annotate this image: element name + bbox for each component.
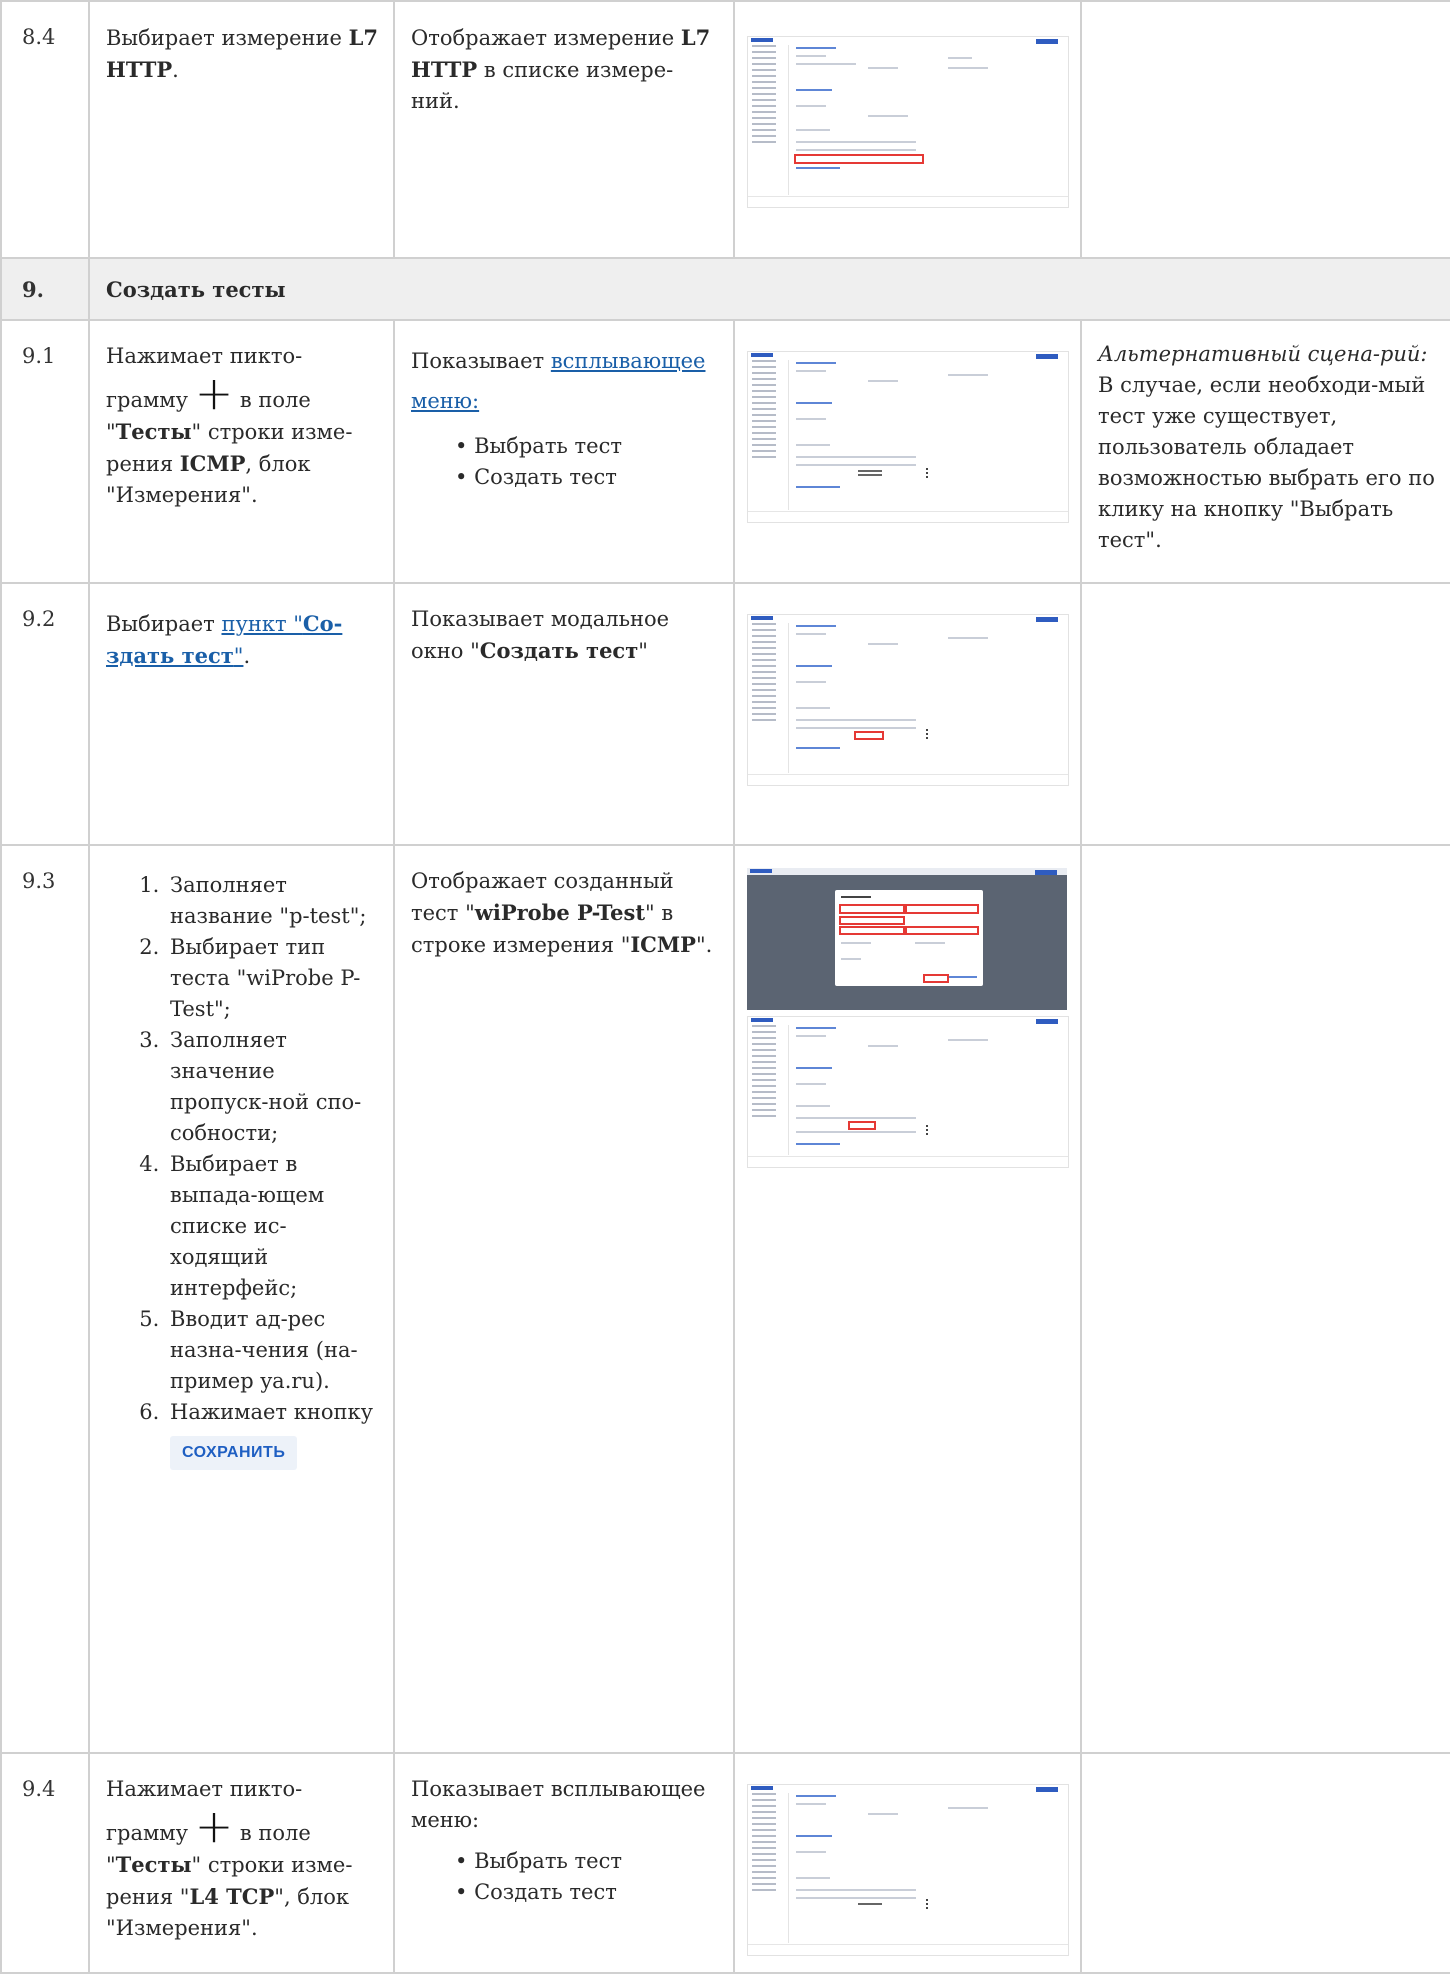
screenshot-cell (733, 1752, 1082, 1974)
notes-cell: Альтернативный сцена-рий: В случае, если… (1080, 319, 1450, 584)
alternative-scenario-text: В случае, если необходи-мый тест уже сущ… (1098, 373, 1435, 552)
list-item: Создать тест (455, 1877, 719, 1908)
result-cell: Отображает созданный тест "wiProbe P-Tes… (393, 844, 735, 1754)
table-row: 9.2 Выбирает пункт "Со-здать тест". Пока… (0, 582, 1450, 846)
action-cell: Нажимает пикто- грамму + в поле "Тесты" … (88, 319, 395, 584)
steps-table: 8.4 Выбирает измерение L7 HTTP. Отобража… (0, 0, 1450, 1974)
list-item: Заполняет значение пропуск-ной спо-собно… (166, 1025, 379, 1149)
table-row: 9.1 Нажимает пикто- грамму + в поле "Тес… (0, 319, 1450, 584)
action-cell: Выбирает пункт "Со-здать тест". (88, 582, 395, 846)
notes-cell (1080, 1752, 1450, 1974)
screenshot-thumbnail (747, 614, 1069, 786)
result-cell: Показывает всплывающее меню: Выбрать тес… (393, 319, 735, 584)
result-cell: Показывает модальное окно "Создать тест" (393, 582, 735, 846)
plus-icon: + (194, 1799, 234, 1853)
screenshot-cell (733, 319, 1082, 584)
table-row: 9.4 Нажимает пикто- грамму + в поле "Тес… (0, 1752, 1450, 1974)
screenshot-thumbnail (747, 1016, 1069, 1168)
action-steps-list: Заполняет название "p-test"; Выбирает ти… (106, 870, 379, 1470)
section-header-row: 9. Создать тесты (0, 257, 1450, 321)
section-title: Создать тесты (88, 257, 1450, 321)
popup-menu-list: Выбрать тест Создать тест (411, 431, 719, 493)
step-number: 9.3 (0, 844, 90, 1754)
screenshot-cell (733, 0, 1082, 259)
list-item: Нажимает кнопкуСОХРАНИТЬ (166, 1397, 379, 1470)
screenshot-thumbnail (747, 36, 1069, 208)
section-number: 9. (0, 257, 90, 321)
action-cell: Заполняет название "p-test"; Выбирает ти… (88, 844, 395, 1754)
list-item: Выбирает тип теста "wiProbe P-Test"; (166, 932, 379, 1025)
step-number: 9.2 (0, 582, 90, 846)
notes-cell (1080, 0, 1450, 259)
list-item: Выбрать тест (455, 431, 719, 462)
notes-cell (1080, 582, 1450, 846)
step-number: 8.4 (0, 0, 90, 259)
list-item: Выбирает в выпада-ющем списке ис-ходящий… (166, 1149, 379, 1304)
screenshot-thumbnail (747, 1784, 1069, 1956)
list-item: Вводит ад-рес назна-чения (на-пример ya.… (166, 1304, 379, 1397)
alternative-scenario-title: Альтернативный сцена-рий: (1098, 342, 1428, 366)
screenshot-cell (733, 844, 1082, 1754)
screenshot-cell (733, 582, 1082, 846)
notes-cell (1080, 844, 1450, 1754)
list-item: Выбрать тест (455, 1846, 719, 1877)
list-item: Заполняет название "p-test"; (166, 870, 379, 932)
step-number: 9.4 (0, 1752, 90, 1974)
screenshot-thumbnail (747, 351, 1069, 523)
table-row: 8.4 Выбирает измерение L7 HTTP. Отобража… (0, 0, 1450, 259)
table-row: 9.3 Заполняет название "p-test"; Выбирае… (0, 844, 1450, 1754)
create-test-modal-thumbnail (747, 868, 1067, 1010)
result-cell: Отображает измерение L7 HTTP в списке из… (393, 0, 735, 259)
popup-menu-list: Выбрать тест Создать тест (411, 1846, 719, 1908)
list-item: Создать тест (455, 462, 719, 493)
step-number: 9.1 (0, 319, 90, 584)
plus-icon: + (194, 366, 234, 420)
action-cell: Нажимает пикто- грамму + в поле "Тесты" … (88, 1752, 395, 1974)
action-cell: Выбирает измерение L7 HTTP. (88, 0, 395, 259)
save-button[interactable]: СОХРАНИТЬ (170, 1436, 298, 1470)
result-cell: Показывает всплывающее меню: Выбрать тес… (393, 1752, 735, 1974)
